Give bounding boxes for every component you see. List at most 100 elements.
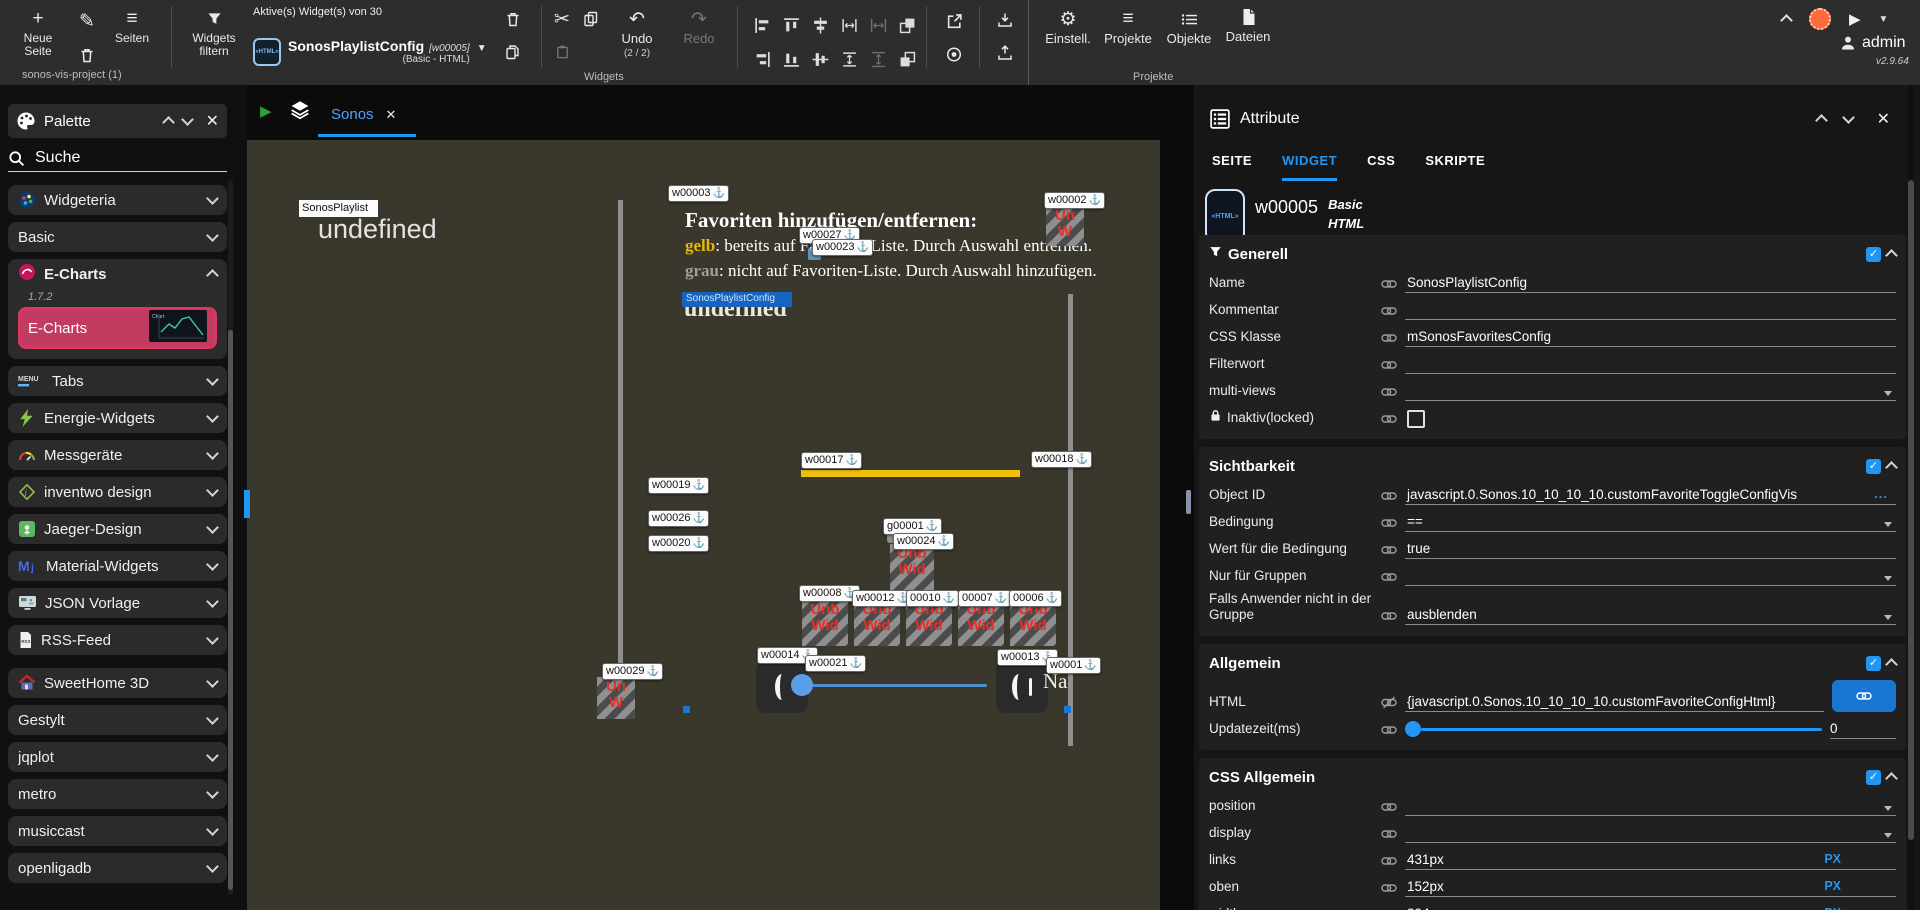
delete-widget-icon[interactable] bbox=[505, 8, 521, 30]
selection-handle-left[interactable] bbox=[683, 706, 690, 713]
align-bottom-icon[interactable] bbox=[777, 42, 806, 76]
export-icon[interactable] bbox=[997, 42, 1013, 64]
attr-select[interactable]: == bbox=[1405, 511, 1896, 532]
help-line-yellow[interactable]: gelb: bereits auf Favoriten-Liste. Durch… bbox=[685, 236, 1092, 256]
widget-overlay-label[interactable]: w00002⚓ bbox=[1044, 192, 1105, 209]
palette-group-gestylt[interactable]: Gestylt bbox=[8, 705, 227, 735]
attr-input[interactable]: true bbox=[1405, 538, 1896, 559]
distribute-h-icon[interactable] bbox=[835, 8, 864, 42]
palette-group-inventwo-design[interactable]: iinventwo design bbox=[8, 477, 227, 507]
unfold-more-icon[interactable] bbox=[162, 116, 175, 129]
widget-overlay-label[interactable]: w00026⚓ bbox=[648, 510, 709, 527]
playlist-undefined-text[interactable]: undefined bbox=[318, 214, 437, 245]
widget-overlay-label[interactable]: w00023⚓ bbox=[812, 239, 873, 256]
distribute-v-icon[interactable] bbox=[835, 42, 864, 76]
palette-group-basic[interactable]: Basic bbox=[8, 222, 227, 252]
widget-overlay-label[interactable]: w00020⚓ bbox=[648, 535, 709, 552]
unfold-less-icon[interactable] bbox=[1842, 111, 1855, 124]
attr-select[interactable] bbox=[1405, 380, 1896, 401]
align-top-icon[interactable] bbox=[777, 8, 806, 42]
attr-input[interactable] bbox=[1405, 299, 1896, 320]
palette-group-material-widgets[interactable]: MjMaterial-Widgets bbox=[8, 551, 227, 581]
palette-group-widgeteria[interactable]: Widgeteria bbox=[8, 185, 227, 215]
equal-width-icon[interactable] bbox=[864, 8, 893, 42]
dropdown-caret-icon[interactable] bbox=[1884, 576, 1892, 581]
px-unit-label[interactable]: PX bbox=[1824, 852, 1841, 866]
html-binding-input[interactable]: {javascript.0.Sonos.10_10_10_10.customFa… bbox=[1405, 691, 1824, 712]
edit-pencil-icon[interactable]: ✎ bbox=[79, 10, 95, 32]
filter-widgets-button[interactable]: Widgets filtern bbox=[186, 8, 242, 58]
canvas-scrollbar-thumb[interactable] bbox=[1186, 490, 1191, 514]
copy-icon[interactable] bbox=[583, 8, 599, 30]
widget-overlay-label[interactable]: w0001⚓ bbox=[1046, 657, 1101, 674]
dropdown-caret-icon[interactable] bbox=[1884, 522, 1892, 527]
unknown-widget-placeholder[interactable]: UnW bbox=[597, 677, 635, 719]
align-vcenter-icon[interactable] bbox=[806, 42, 835, 76]
undo-button[interactable]: ↶ Undo (2 / 2) bbox=[614, 8, 660, 60]
play-icon[interactable]: ▶ bbox=[1849, 10, 1861, 28]
attr-input[interactable]: SonosPlaylistConfig bbox=[1405, 272, 1896, 293]
unknown-widget-placeholder[interactable]: UnbWid bbox=[890, 544, 934, 590]
help-line-gray[interactable]: grau: nicht auf Favoriten-Liste. Durch A… bbox=[685, 261, 1097, 281]
dropdown-caret-icon[interactable] bbox=[1884, 615, 1892, 620]
palette-resize-handle[interactable] bbox=[244, 490, 250, 518]
new-page-button[interactable]: + Neue Seite bbox=[14, 8, 62, 58]
palette-group-sweethome-3d[interactable]: SweetHome 3D bbox=[8, 668, 227, 698]
attr-select[interactable]: ausblenden bbox=[1405, 604, 1896, 625]
tab-sonos[interactable]: Sonos ✕ bbox=[331, 106, 396, 123]
dropdown-caret-icon[interactable] bbox=[1884, 391, 1892, 396]
clone-widget-icon[interactable] bbox=[505, 41, 521, 63]
sidebar-scrollbar[interactable] bbox=[228, 180, 233, 895]
canvas-scrollbar[interactable] bbox=[1160, 140, 1194, 910]
volume-up-button[interactable] bbox=[996, 661, 1048, 713]
objects-button[interactable]: Objekte bbox=[1162, 8, 1216, 45]
palette-group-json-vorlage[interactable]: JSON Vorlage bbox=[8, 588, 227, 618]
chevron-up-icon[interactable] bbox=[1885, 658, 1898, 671]
cut-icon[interactable]: ✂ bbox=[554, 8, 570, 30]
import-icon[interactable] bbox=[997, 9, 1013, 31]
caret-down-icon[interactable]: ▼ bbox=[1879, 14, 1889, 25]
user-menu[interactable]: admin bbox=[1840, 34, 1906, 52]
widget-overlay-label[interactable]: 00010⚓ bbox=[906, 590, 959, 607]
volume-slider-track[interactable] bbox=[805, 684, 987, 687]
binding-link-button[interactable] bbox=[1832, 680, 1896, 712]
tab-seite[interactable]: SEITE bbox=[1212, 153, 1252, 181]
tab-css[interactable]: CSS bbox=[1367, 153, 1395, 181]
theme-toggle-icon[interactable] bbox=[1809, 8, 1831, 30]
palette-group-messgeräte[interactable]: Messgeräte bbox=[8, 440, 227, 470]
update-slider-thumb[interactable] bbox=[1405, 721, 1421, 737]
selection-handle-right[interactable] bbox=[1064, 706, 1071, 713]
widget-overlay-label[interactable]: w00012⚓ bbox=[852, 590, 913, 607]
widget-name-overlay[interactable]: SonosPlaylist bbox=[299, 200, 378, 217]
selected-widget-overlay[interactable]: SonosPlaylistConfig bbox=[682, 292, 792, 307]
px-unit-label[interactable]: PX bbox=[1824, 906, 1841, 910]
update-slider-track[interactable] bbox=[1421, 728, 1822, 731]
echarts-widget-tile[interactable]: E-ChartsChart bbox=[18, 307, 217, 349]
palette-group-metro[interactable]: metro bbox=[8, 779, 227, 809]
tab-widget[interactable]: WIDGET bbox=[1282, 153, 1337, 181]
close-palette-icon[interactable]: ✕ bbox=[206, 111, 219, 131]
attr-select[interactable] bbox=[1405, 565, 1896, 586]
attr-input[interactable]: mSonosFavoritesConfig bbox=[1405, 326, 1896, 347]
align-hcenter-icon[interactable] bbox=[806, 8, 835, 42]
section-checkbox[interactable]: ✓ bbox=[1866, 459, 1881, 474]
palette-search[interactable]: Suche bbox=[8, 145, 227, 172]
widget-overlay-label[interactable]: w00029⚓ bbox=[602, 663, 663, 680]
inactive-checkbox[interactable] bbox=[1407, 410, 1425, 428]
px-unit-label[interactable]: PX bbox=[1824, 879, 1841, 893]
widget-overlay-label[interactable]: 00006⚓ bbox=[1009, 590, 1062, 607]
open-in-new-icon[interactable] bbox=[946, 10, 963, 32]
widget-overlay-label[interactable]: 00007⚓ bbox=[958, 590, 1011, 607]
send-back-icon[interactable] bbox=[893, 42, 922, 76]
palette-group-jqplot[interactable]: jqplot bbox=[8, 742, 227, 772]
collapse-toolbar-icon[interactable] bbox=[1780, 14, 1793, 27]
unfold-more-icon[interactable] bbox=[1815, 114, 1828, 127]
widget-overlay-label[interactable]: w00019⚓ bbox=[648, 477, 709, 494]
tab-skripte[interactable]: SKRIPTE bbox=[1425, 153, 1485, 181]
attr-input[interactable]: 431px bbox=[1405, 849, 1896, 870]
vertical-divider-widget-2[interactable] bbox=[1068, 294, 1073, 746]
palette-group-rss-feed[interactable]: RSSRSS-Feed bbox=[8, 625, 227, 655]
widget-overlay-label[interactable]: w00008⚓ bbox=[799, 585, 860, 602]
layers-icon[interactable] bbox=[290, 98, 310, 125]
projects-button[interactable]: ≡ Projekte bbox=[1100, 8, 1156, 45]
